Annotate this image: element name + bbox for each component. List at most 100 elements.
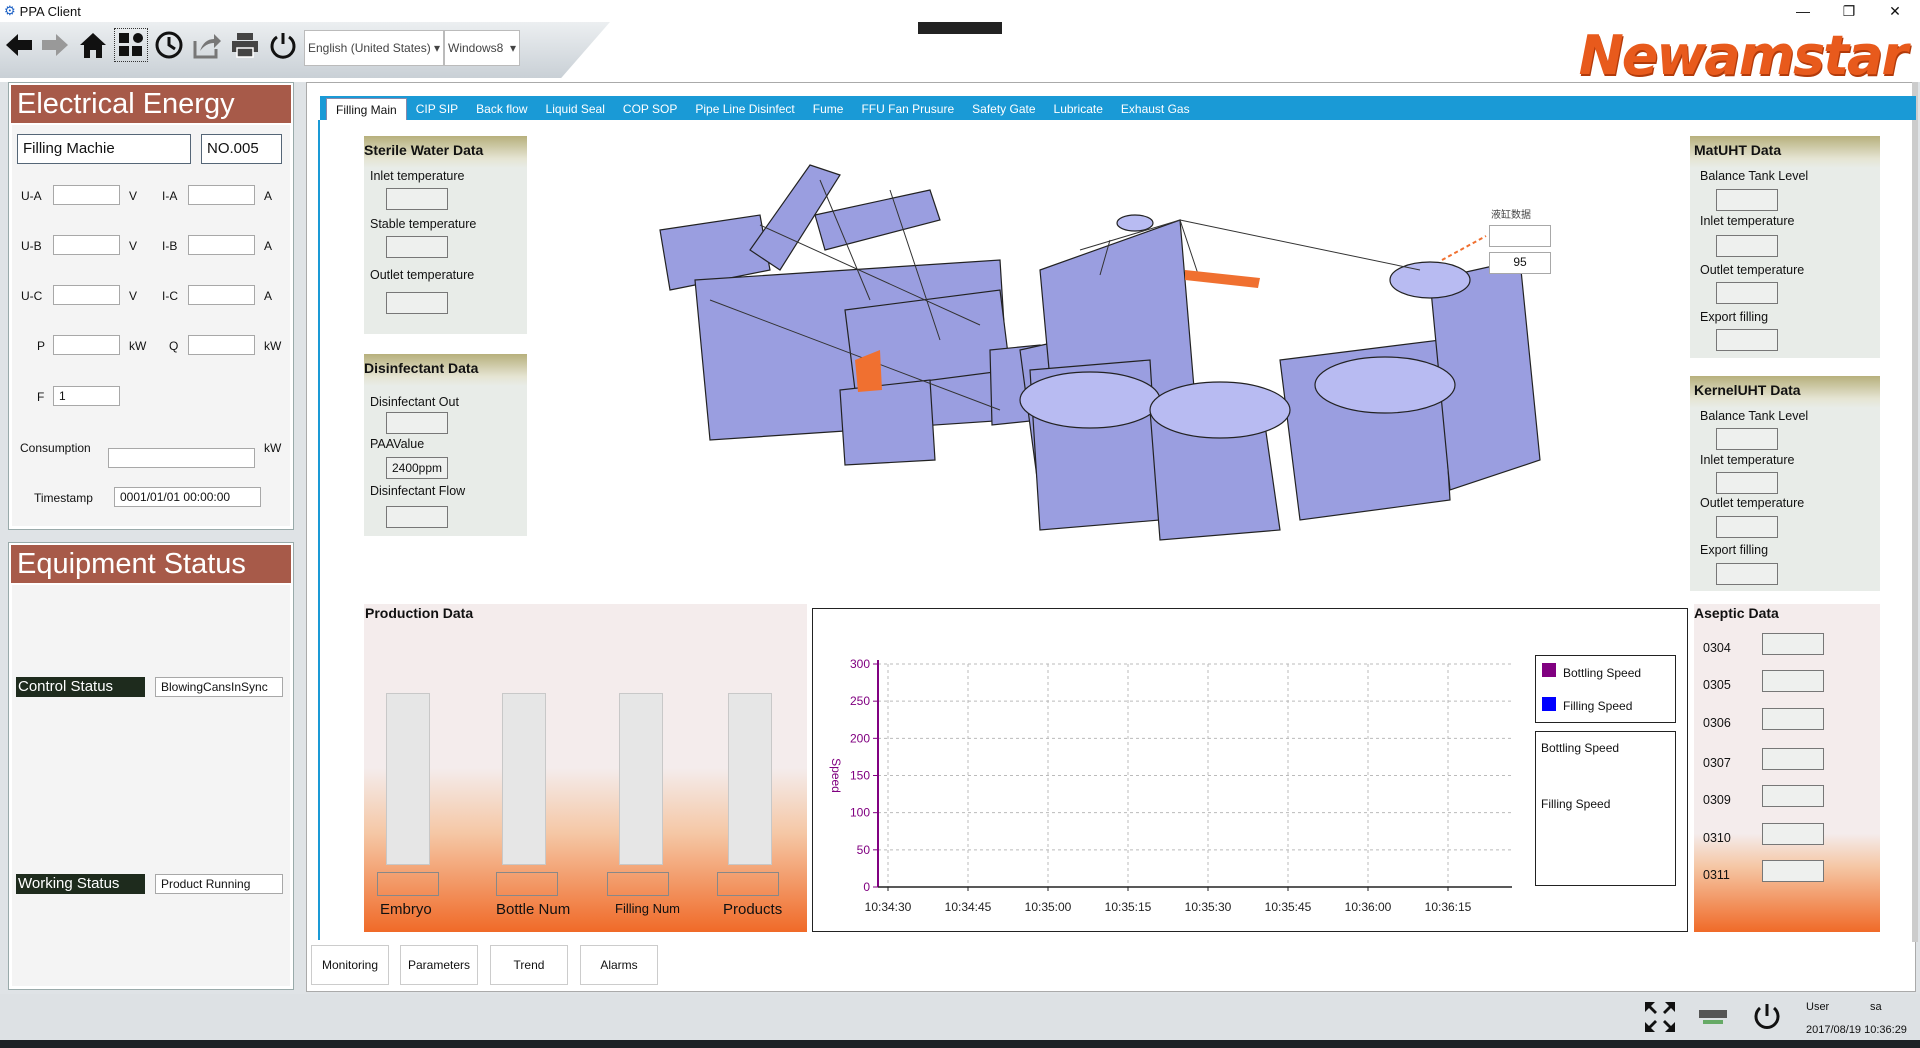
aseptic-item-field[interactable] — [1762, 633, 1824, 655]
uc-field[interactable] — [53, 285, 120, 305]
ua-unit: V — [129, 189, 138, 203]
aseptic-title: Aseptic Data — [1694, 605, 1779, 621]
ic-unit: A — [264, 289, 273, 303]
disinfectant-out-field[interactable] — [386, 412, 448, 434]
window-title: PPA Client — [19, 3, 81, 19]
kerneluht-balance-field[interactable] — [1716, 428, 1778, 450]
ua-field[interactable] — [53, 185, 120, 205]
p-field[interactable] — [53, 335, 120, 355]
history-clock-icon[interactable] — [152, 28, 186, 62]
nav-alarms[interactable]: Alarms — [580, 945, 658, 985]
back-arrow-icon[interactable] — [2, 28, 36, 62]
aseptic-item-field[interactable] — [1762, 823, 1824, 845]
q-label: Q — [169, 339, 179, 353]
power-icon[interactable] — [266, 28, 300, 62]
theme-select[interactable]: Windows8 ▾ — [444, 30, 520, 66]
tab-back-flow[interactable]: Back flow — [467, 98, 536, 120]
cylinder-field-1[interactable] — [1489, 225, 1551, 247]
x-tick-label: 10:34:45 — [945, 900, 992, 914]
tab-exhaust-gas[interactable]: Exhaust Gas — [1112, 98, 1199, 120]
filling-num-field[interactable] — [607, 872, 669, 896]
shutdown-icon[interactable] — [1752, 1002, 1782, 1035]
forward-arrow-icon[interactable] — [38, 28, 72, 62]
language-select[interactable]: English (United States) ▾ — [304, 30, 444, 66]
fullscreen-icon[interactable] — [1643, 1000, 1677, 1037]
ib-field[interactable] — [188, 235, 255, 255]
matuht-outlet-field[interactable] — [1716, 282, 1778, 304]
machine-number-field[interactable]: NO.005 — [201, 134, 282, 164]
disinfectant-flow-field[interactable] — [386, 506, 448, 528]
ub-field[interactable] — [53, 235, 120, 255]
ic-field[interactable] — [188, 285, 255, 305]
matuht-balance-field[interactable] — [1716, 189, 1778, 211]
aseptic-item-field[interactable] — [1762, 748, 1824, 770]
close-button[interactable]: ✕ — [1872, 0, 1918, 22]
uc-label: U-C — [21, 289, 43, 303]
aseptic-item-field[interactable] — [1762, 708, 1824, 730]
consumption-field[interactable] — [108, 448, 255, 468]
tab-fume[interactable]: Fume — [804, 98, 853, 120]
drag-handle[interactable] — [918, 22, 1002, 34]
filling-speed-swatch — [1542, 697, 1556, 711]
machine-name-field[interactable]: Filling Machie — [17, 134, 191, 164]
timestamp-field[interactable]: 0001/01/01 00:00:00 — [114, 487, 261, 507]
control-status-label: Control Status — [16, 677, 145, 697]
nav-monitoring[interactable]: Monitoring — [311, 945, 389, 985]
q-field[interactable] — [188, 335, 255, 355]
minimize-button[interactable]: — — [1780, 0, 1826, 22]
kerneluht-inlet-field[interactable] — [1716, 472, 1778, 494]
products-field[interactable] — [717, 872, 779, 896]
vertical-scrollbar[interactable] — [1912, 82, 1918, 942]
speed-chart: 0 50 100 150 200 250 300 10:34:30 10:34:45 10:35:… — [829, 657, 1512, 914]
nav-parameters[interactable]: Parameters — [400, 945, 478, 985]
embryo-field[interactable] — [377, 872, 439, 896]
matuht-inlet-field[interactable] — [1716, 235, 1778, 257]
sterile-inlet-field[interactable] — [386, 188, 448, 210]
cylinder-field-2[interactable]: 95 — [1489, 252, 1551, 274]
control-status-field[interactable]: BlowingCansInSync — [155, 677, 283, 697]
tab-lubricate[interactable]: Lubricate — [1045, 98, 1112, 120]
tab-ffu-fan-prusure[interactable]: FFU Fan Prusure — [852, 98, 963, 120]
aseptic-item-field[interactable] — [1762, 785, 1824, 807]
tab-cop-sop[interactable]: COP SOP — [614, 98, 686, 120]
ia-field[interactable] — [188, 185, 255, 205]
f-field[interactable]: 1 — [53, 386, 120, 406]
bottling-speed-swatch — [1542, 663, 1556, 677]
kerneluht-export-field[interactable] — [1716, 563, 1778, 585]
print-icon[interactable] — [228, 28, 262, 62]
tab-safety-gate[interactable]: Safety Gate — [963, 98, 1044, 120]
network-icon[interactable] — [1698, 1006, 1728, 1031]
aseptic-item-field[interactable] — [1762, 670, 1824, 692]
sterile-outlet-field[interactable] — [386, 292, 448, 314]
dashboard-icon[interactable] — [114, 28, 148, 62]
matuht-export-field[interactable] — [1716, 329, 1778, 351]
matuht-inlet-label: Inlet temperature — [1700, 214, 1795, 228]
p-unit: kW — [129, 339, 147, 353]
paa-field[interactable]: 2400ppm — [386, 457, 448, 479]
export-icon[interactable] — [190, 28, 224, 62]
kerneluht-balance-label: Balance Tank Level — [1700, 409, 1809, 423]
q-unit: kW — [264, 339, 282, 353]
x-tick-label: 10:35:15 — [1105, 900, 1152, 914]
y-tick-label: 250 — [850, 694, 870, 708]
tab-cip-sip[interactable]: CIP SIP — [407, 98, 467, 120]
bottle-num-field[interactable] — [496, 872, 558, 896]
restore-button[interactable]: ❐ — [1826, 0, 1872, 22]
kerneluht-outlet-field[interactable] — [1716, 516, 1778, 538]
sterile-stable-field[interactable] — [386, 236, 448, 258]
nav-trend[interactable]: Trend — [490, 945, 568, 985]
embryo-bar — [386, 693, 430, 865]
home-icon[interactable] — [76, 28, 110, 62]
tab-pipe-line-disinfect[interactable]: Pipe Line Disinfect — [686, 98, 803, 120]
disinfectant-flow-label: Disinfectant Flow — [370, 484, 466, 498]
tab-liquid-seal[interactable]: Liquid Seal — [537, 98, 614, 120]
y-axis-label: Speed — [829, 758, 843, 793]
kerneluht-inlet-label: Inlet temperature — [1700, 453, 1795, 467]
working-status-field[interactable]: Product Running — [155, 874, 283, 894]
aseptic-item-field[interactable] — [1762, 860, 1824, 882]
filling-line-illustration — [659, 164, 1541, 541]
filling-speed-readout: Filling Speed — [1541, 797, 1611, 811]
ia-label: I-A — [162, 189, 178, 203]
matuht-title: MatUHT Data — [1690, 136, 1880, 168]
tab-filling-main[interactable]: Filling Main — [326, 98, 407, 120]
